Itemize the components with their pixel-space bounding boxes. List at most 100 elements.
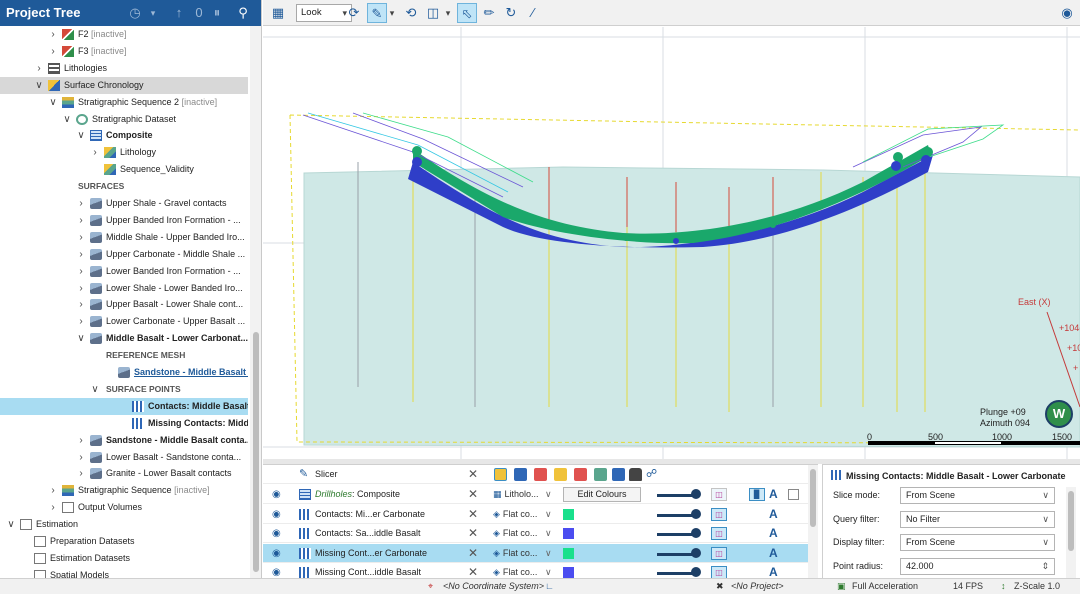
project-link-icon[interactable]: ✖ <box>716 579 724 594</box>
box-select-icon[interactable]: ◫ <box>423 3 443 23</box>
pause-icon[interactable]: ⏸ <box>208 4 226 22</box>
zscale-icon[interactable]: ↕ <box>1001 579 1006 594</box>
history-icon[interactable]: ◷ <box>126 4 144 22</box>
chevron-right-icon[interactable]: › <box>76 263 86 280</box>
chevron-down-icon[interactable]: ∨ <box>76 127 86 144</box>
tree-item[interactable]: Missing Contacts: Middl... <box>0 415 248 432</box>
slice-cube-gold-icon[interactable] <box>554 468 567 481</box>
tree-item[interactable]: SURFACES <box>0 178 248 195</box>
edit-colours-button[interactable]: Edit Colours <box>563 487 641 502</box>
compass-icon[interactable]: W <box>1045 400 1073 428</box>
chevron-right-icon[interactable]: › <box>90 144 100 161</box>
tree-item[interactable]: Contacts: Middle Basalt ... <box>0 397 248 415</box>
chevron-down-icon[interactable]: ∨ <box>62 111 72 128</box>
chevron-right-icon[interactable]: › <box>76 280 86 297</box>
camera-icon[interactable]: ◉ <box>1057 3 1077 23</box>
chevron-down-icon[interactable]: ∨ <box>34 77 44 94</box>
close-icon[interactable]: ✕ <box>468 544 478 563</box>
tree-item[interactable]: › Lithologies <box>0 60 248 77</box>
chevron-down-icon[interactable]: ∨ <box>1042 488 1049 503</box>
tree-item[interactable]: ∨ Middle Basalt - Lower Carbonat... <box>0 330 248 347</box>
shapes-scrollbar[interactable] <box>808 465 818 578</box>
slice-cube-teal-icon[interactable] <box>594 468 607 481</box>
shape-row[interactable]: ◉ Contacts: Mi...er Carbonate ✕ ◈ Flat co...… <box>263 505 808 524</box>
slice-cube-yellow-icon[interactable] <box>494 468 507 481</box>
tree-item[interactable]: › Middle Shale - Upper Banded Iro... <box>0 229 248 246</box>
chevron-down-icon[interactable]: ∨ <box>1042 512 1049 527</box>
render-toggle-icon[interactable]: ◫ <box>711 527 727 540</box>
scene-canvas[interactable] <box>263 27 1080 459</box>
chevron-down-icon[interactable]: ∨ <box>1042 535 1049 550</box>
label-text-icon[interactable]: A <box>769 505 778 524</box>
chevron-right-icon[interactable]: › <box>48 499 58 516</box>
slice-cube-orange-icon[interactable] <box>574 468 587 481</box>
tree-item[interactable]: ∨ Estimation <box>0 516 248 533</box>
chevron-right-icon[interactable]: › <box>76 313 86 330</box>
chevron-down-icon[interactable]: ▾ <box>387 3 397 23</box>
ruler-icon[interactable]: ∕ <box>523 3 543 23</box>
property-select[interactable]: No Filter ∨ <box>900 510 1055 528</box>
chevron-down-icon[interactable]: ∨ <box>48 94 58 111</box>
tree-item[interactable]: › Upper Shale - Gravel contacts <box>0 195 248 212</box>
reset-view-icon[interactable]: ⟲ <box>401 3 421 23</box>
tree-item[interactable]: › Upper Basalt - Lower Shale cont... <box>0 296 248 313</box>
close-icon[interactable]: ✕ <box>468 563 478 578</box>
chevron-down-icon[interactable]: ∨ <box>90 381 100 398</box>
label-text-icon[interactable]: A <box>769 563 778 578</box>
opacity-slider-handle[interactable] <box>691 489 701 499</box>
chevron-right-icon[interactable]: › <box>76 449 86 466</box>
chevron-right-icon[interactable]: › <box>76 212 86 229</box>
properties-scrollbar-thumb[interactable] <box>1068 491 1074 551</box>
tree-item[interactable]: › Output Volumes <box>0 499 248 516</box>
tree-item[interactable]: › F3 [inactive] <box>0 43 248 60</box>
tree-item[interactable]: › Lower Shale - Lower Banded Iro... <box>0 280 248 297</box>
tree-scrollbar-thumb[interactable] <box>253 332 259 572</box>
tree-item[interactable]: › Granite - Lower Basalt contacts <box>0 465 248 482</box>
opacity-slider-handle[interactable] <box>691 528 701 538</box>
tree-item[interactable]: › Sandstone - Middle Basalt conta... <box>0 432 248 449</box>
eye-icon[interactable]: ◉ <box>272 505 281 524</box>
shapes-scrollbar-thumb[interactable] <box>810 469 816 527</box>
shape-row[interactable]: ◉ Contacts: Sa...iddle Basalt ✕ ◈ Flat co...… <box>263 524 808 543</box>
lock-icon[interactable] <box>629 468 642 481</box>
chevron-right-icon[interactable]: › <box>76 296 86 313</box>
eye-icon[interactable]: ◉ <box>272 544 281 563</box>
coordinate-system-text[interactable]: <No Coordinate System> <box>443 579 544 594</box>
slice-cube-navy-icon[interactable] <box>612 468 625 481</box>
chevron-right-icon[interactable]: › <box>76 229 86 246</box>
close-icon[interactable]: ✕ <box>468 505 478 524</box>
opacity-slider-handle[interactable] <box>691 547 701 558</box>
render-toggle-icon[interactable]: ◫ <box>711 546 727 560</box>
legend-icon[interactable] <box>788 489 799 500</box>
coordinate-system-icon[interactable]: ⌖ <box>428 579 433 594</box>
properties-scrollbar[interactable] <box>1066 487 1076 578</box>
eye-icon[interactable]: ◉ <box>272 524 281 543</box>
scene-viewport[interactable]: Plunge +09 Azimuth 094 W 0 500 1000 1500… <box>263 27 1080 459</box>
tree-item[interactable]: Preparation Datasets <box>0 533 248 550</box>
tree-item[interactable]: ∨ Composite <box>0 127 248 144</box>
close-icon[interactable]: ✕ <box>468 524 478 543</box>
render-toggle-icon[interactable]: ◫ <box>711 566 727 578</box>
tree-item[interactable]: › Upper Carbonate - Middle Shale ... <box>0 246 248 263</box>
label-text-icon[interactable]: A <box>769 485 778 504</box>
chevron-down-icon[interactable]: ∨ <box>76 330 86 347</box>
chevron-right-icon[interactable]: › <box>48 43 58 60</box>
zscale-text[interactable]: Z-Scale 1.0 <box>1014 579 1060 594</box>
refresh-icon[interactable]: ↻ <box>501 3 521 23</box>
slice-cube-blue-icon[interactable] <box>514 468 527 481</box>
render-toggle-icon[interactable]: ◫ <box>711 507 727 521</box>
tree-item[interactable]: › Lithology <box>0 144 248 161</box>
shape-row[interactable]: ◉ Missing Cont...er Carbonate ✕ ◈ Flat co...… <box>263 543 808 563</box>
colour-mode-select[interactable]: ◈ Flat co... ∨ <box>493 544 552 563</box>
stepper-icon[interactable]: ⇕ <box>1041 559 1049 574</box>
tree-item[interactable]: › Lower Banded Iron Formation - ... <box>0 263 248 280</box>
chevron-down-icon[interactable]: ∨ <box>6 516 16 533</box>
chevron-right-icon[interactable]: › <box>48 482 58 499</box>
close-icon[interactable]: ✕ <box>468 485 478 504</box>
bar-chart-icon[interactable]: ▉ <box>749 488 765 501</box>
colour-mode-select[interactable]: ◈ Flat co... ∨ <box>493 505 552 524</box>
tree-item[interactable]: ∨ Stratigraphic Sequence 2 [inactive] <box>0 94 248 111</box>
colour-swatch[interactable] <box>563 528 574 539</box>
colour-mode-select[interactable]: ▦ Litholo... ∨ <box>493 485 552 504</box>
tree-item[interactable]: ∨ Stratigraphic Dataset <box>0 111 248 128</box>
